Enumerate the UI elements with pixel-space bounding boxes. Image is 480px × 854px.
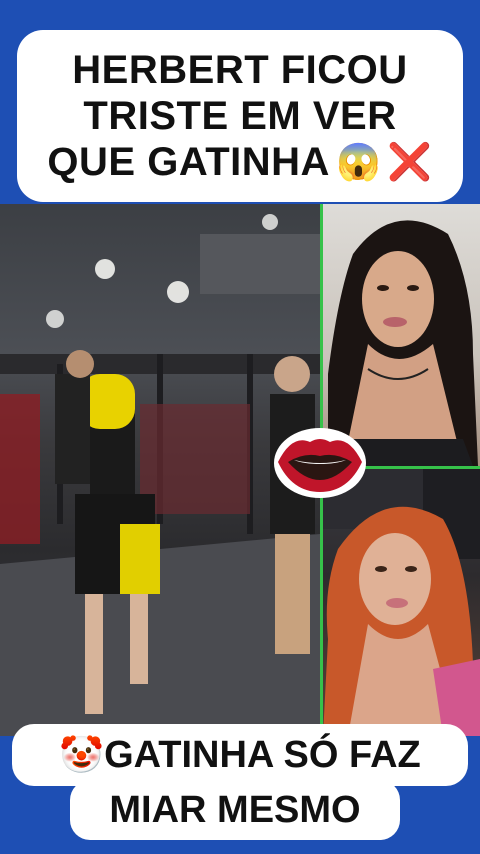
top-caption-box: HERBERT FICOU TRISTE EM VER QUE GATINHA …	[17, 30, 463, 202]
bottom-caption-box-1: 🤡GATINHA SÓ FAZ	[12, 724, 468, 786]
lips-icon	[274, 428, 366, 498]
cross-mark-icon: ❌	[387, 141, 433, 182]
bottom-caption-line-2: MIAR MESMO	[109, 788, 361, 831]
bottom-caption-box-2: MIAR MESMO	[70, 780, 400, 840]
scream-emoji-icon: 😱	[335, 141, 382, 182]
bottom-portrait-photo[interactable]	[323, 469, 480, 736]
bottom-caption-line-1-row: 🤡GATINHA SÓ FAZ	[59, 734, 420, 777]
video-collage[interactable]	[0, 204, 480, 736]
portrait-illustration-2	[323, 469, 480, 736]
clown-emoji-icon: 🤡	[59, 733, 105, 775]
caption-line-2: TRISTE EM VER	[83, 94, 397, 138]
bottom-caption-line-1: GATINHA SÓ FAZ	[104, 733, 421, 776]
caption-line-1: HERBERT FICOU	[72, 48, 408, 92]
caption-line-3-row: QUE GATINHA 😱 ❌	[47, 139, 432, 185]
caption-line-3: QUE GATINHA	[47, 140, 330, 184]
